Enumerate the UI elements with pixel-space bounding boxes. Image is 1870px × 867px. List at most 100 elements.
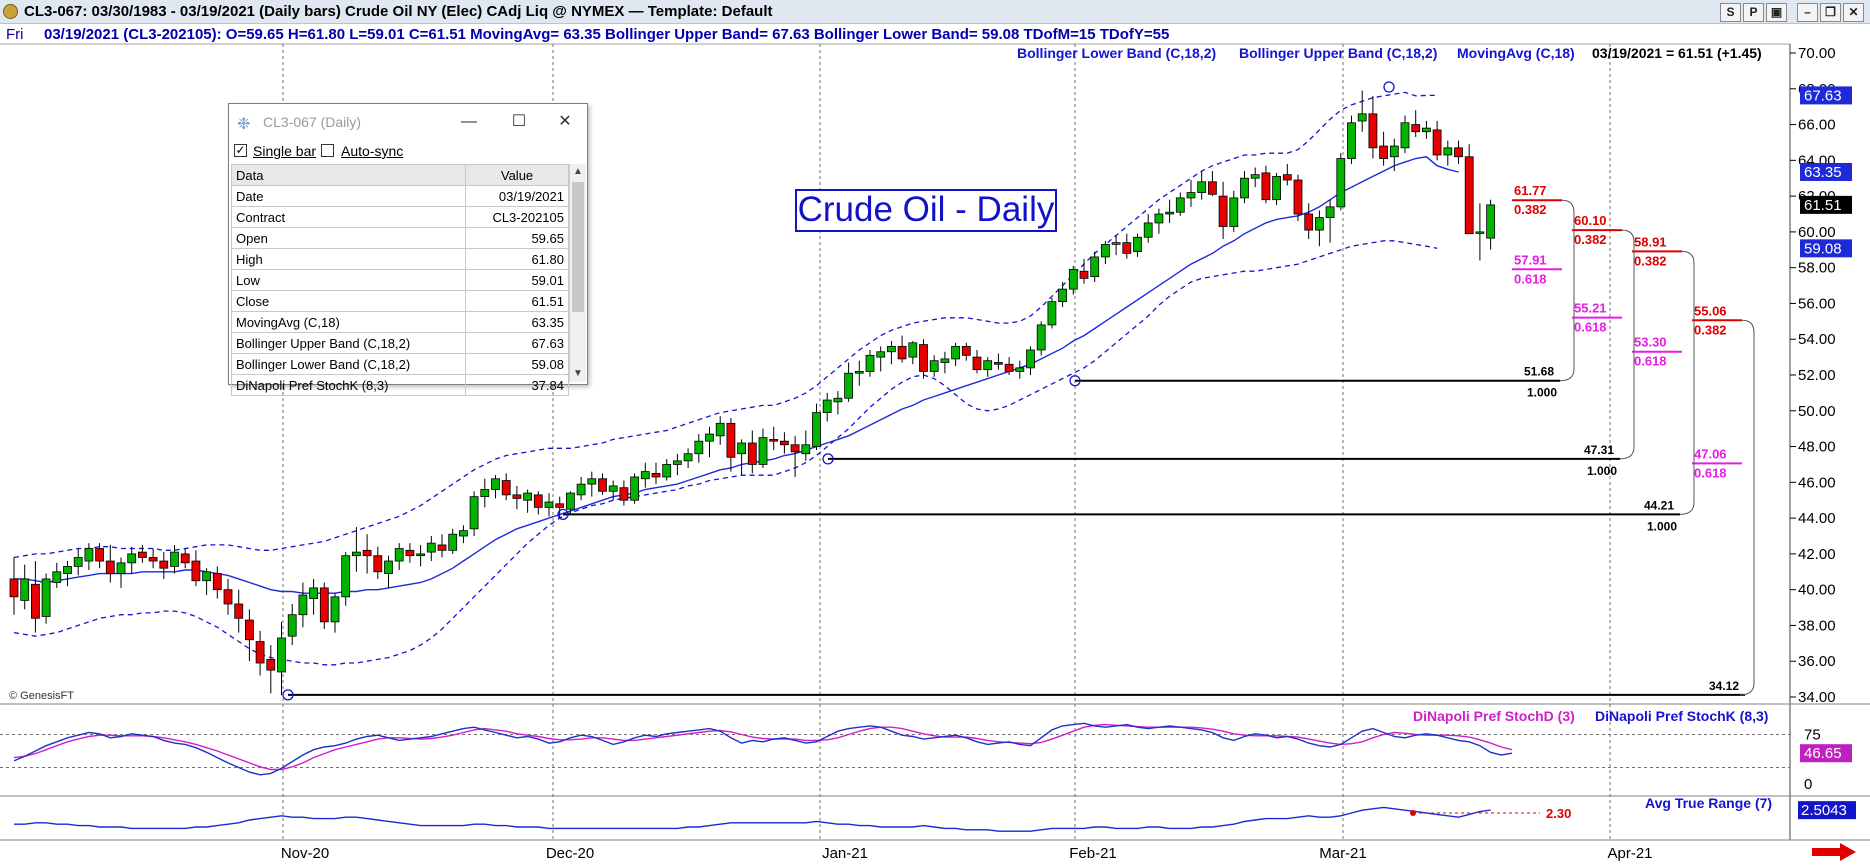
- column-header-data[interactable]: Data: [230, 164, 467, 186]
- table-row[interactable]: High 61.80: [230, 248, 569, 270]
- app-globe-icon: [3, 4, 18, 19]
- candle-body: [1304, 213, 1314, 231]
- candle-body: [683, 453, 693, 462]
- table-row[interactable]: Close 61.51: [230, 290, 569, 312]
- window-options-icon[interactable]: ▣: [1766, 3, 1787, 22]
- candle-body: [1026, 349, 1035, 369]
- maximize-icon[interactable]: ☐: [501, 110, 537, 134]
- candle-body: [244, 619, 254, 641]
- fib-price: 58.91: [1634, 234, 1667, 249]
- candle-body: [255, 641, 265, 664]
- candle-body: [1058, 288, 1067, 303]
- candle-body: [277, 637, 286, 673]
- candle-body: [1036, 324, 1046, 351]
- table-row[interactable]: Contract CL3-202105: [230, 206, 569, 228]
- candle-body: [501, 480, 511, 496]
- candle-body: [1208, 181, 1217, 195]
- fib-ratio: 0.618: [1574, 320, 1607, 335]
- close-icon[interactable]: ✕: [1843, 3, 1864, 22]
- candle-body: [405, 549, 415, 557]
- row-label: DiNapoli Pref StochK (8,3): [230, 374, 467, 396]
- candle-body: [287, 614, 297, 637]
- candle-body: [983, 360, 993, 371]
- candle-body: [1347, 122, 1356, 159]
- single-bar-checkbox[interactable]: ✓: [234, 144, 247, 157]
- auto-sync-label[interactable]: Auto-sync: [341, 143, 403, 159]
- column-header-value[interactable]: Value: [465, 164, 569, 186]
- table-row[interactable]: Date 03/19/2021: [230, 185, 569, 207]
- data-window-title: CL3-067 (Daily): [263, 114, 362, 130]
- data-window[interactable]: ❉ CL3-067 (Daily) — ☐ ✕ ✓ Single bar Aut…: [228, 103, 588, 396]
- candle-body: [1004, 363, 1014, 372]
- row-value: 61.80: [465, 248, 569, 270]
- price-label: 63.35: [1804, 164, 1842, 181]
- candle-body: [1282, 174, 1292, 181]
- swing-marker: [1383, 81, 1395, 93]
- window-titlebar[interactable]: CL3-067: 03/30/1983 - 03/19/2021 (Daily …: [0, 0, 1870, 24]
- candle-body: [1454, 147, 1463, 158]
- scrollbar-thumb[interactable]: [572, 182, 584, 312]
- candle-body: [458, 530, 468, 537]
- minimize-icon[interactable]: —: [451, 110, 487, 134]
- candle-body: [1261, 172, 1271, 201]
- candle-body: [1389, 145, 1399, 158]
- candle-body: [897, 345, 907, 360]
- candle-body: [780, 440, 789, 446]
- candle-body: [555, 503, 565, 508]
- x-tick-label: Apr-21: [1607, 845, 1652, 862]
- y-tick-label: 70.00: [1798, 45, 1836, 62]
- row-value: 03/19/2021: [465, 185, 569, 207]
- table-row[interactable]: DiNapoli Pref StochK (8,3) 37.84: [230, 374, 569, 396]
- chart-title[interactable]: Crude Oil - Daily: [795, 189, 1057, 232]
- p-button[interactable]: P: [1743, 3, 1764, 22]
- close-icon[interactable]: ✕: [547, 110, 583, 134]
- last-value-label: 03/19/2021 = 61.51 (+1.45): [1592, 45, 1762, 61]
- candle-body: [929, 360, 939, 372]
- fib-price: 60.10: [1574, 213, 1607, 228]
- table-row[interactable]: Bollinger Lower Band (C,18,2) 59.08: [230, 353, 569, 375]
- scroll-right-arrow-icon[interactable]: [1812, 843, 1856, 861]
- legend-atr: Avg True Range (7): [1645, 795, 1772, 811]
- table-row[interactable]: Low 59.01: [230, 269, 569, 291]
- row-label: Date: [230, 185, 467, 207]
- x-tick-label: Mar-21: [1319, 845, 1367, 862]
- scroll-up-icon[interactable]: ▲: [570, 164, 586, 180]
- candle-body: [95, 548, 104, 562]
- table-row[interactable]: Open 59.65: [230, 227, 569, 249]
- fib-ratio: 0.618: [1634, 354, 1667, 369]
- candle-body: [1133, 236, 1142, 252]
- candle-body: [1186, 192, 1196, 199]
- minimize-icon[interactable]: –: [1797, 3, 1818, 22]
- legend-bollinger-lower: Bollinger Lower Band (C,18,2): [1017, 45, 1216, 61]
- table-row[interactable]: Bollinger Upper Band (C,18,2) 67.63: [230, 332, 569, 354]
- price-label: 61.51: [1804, 197, 1842, 214]
- candle-body: [512, 494, 522, 499]
- scroll-down-icon[interactable]: ▼: [570, 366, 586, 382]
- candle-body: [1122, 242, 1132, 254]
- s-button[interactable]: S: [1720, 3, 1741, 22]
- data-window-table: Data Value Date 03/19/2021 Contract CL3-20…: [230, 164, 569, 396]
- retracement-price: 34.12: [1709, 679, 1739, 693]
- fib-bracket: [1619, 229, 1635, 460]
- table-row[interactable]: MovingAvg (C,18) 63.35: [230, 311, 569, 333]
- fib-ratio: 0.618: [1514, 271, 1547, 286]
- candle-body: [833, 397, 843, 403]
- data-window-scrollbar[interactable]: ▲ ▼: [569, 164, 586, 382]
- candle-body: [662, 464, 672, 478]
- single-bar-label[interactable]: Single bar: [253, 143, 316, 159]
- row-value: CL3-202105: [465, 206, 569, 228]
- retracement-ratio: 1.000: [1527, 386, 1557, 400]
- atr-line: [14, 806, 1491, 832]
- restore-icon[interactable]: ❐: [1820, 3, 1841, 22]
- y-tick-label: 48.00: [1798, 439, 1836, 456]
- y-tick-label: 38.00: [1798, 617, 1836, 634]
- candle-body: [1079, 270, 1089, 279]
- candle-body: [598, 478, 607, 492]
- retracement-price: 47.31: [1584, 443, 1614, 457]
- row-value: 61.51: [465, 290, 569, 312]
- stoch-value: 46.65: [1804, 745, 1842, 762]
- data-window-titlebar[interactable]: ❉ CL3-067 (Daily) — ☐ ✕: [229, 104, 587, 140]
- candle-body: [1443, 147, 1453, 156]
- candle-body: [1475, 231, 1485, 234]
- auto-sync-checkbox[interactable]: [321, 144, 334, 157]
